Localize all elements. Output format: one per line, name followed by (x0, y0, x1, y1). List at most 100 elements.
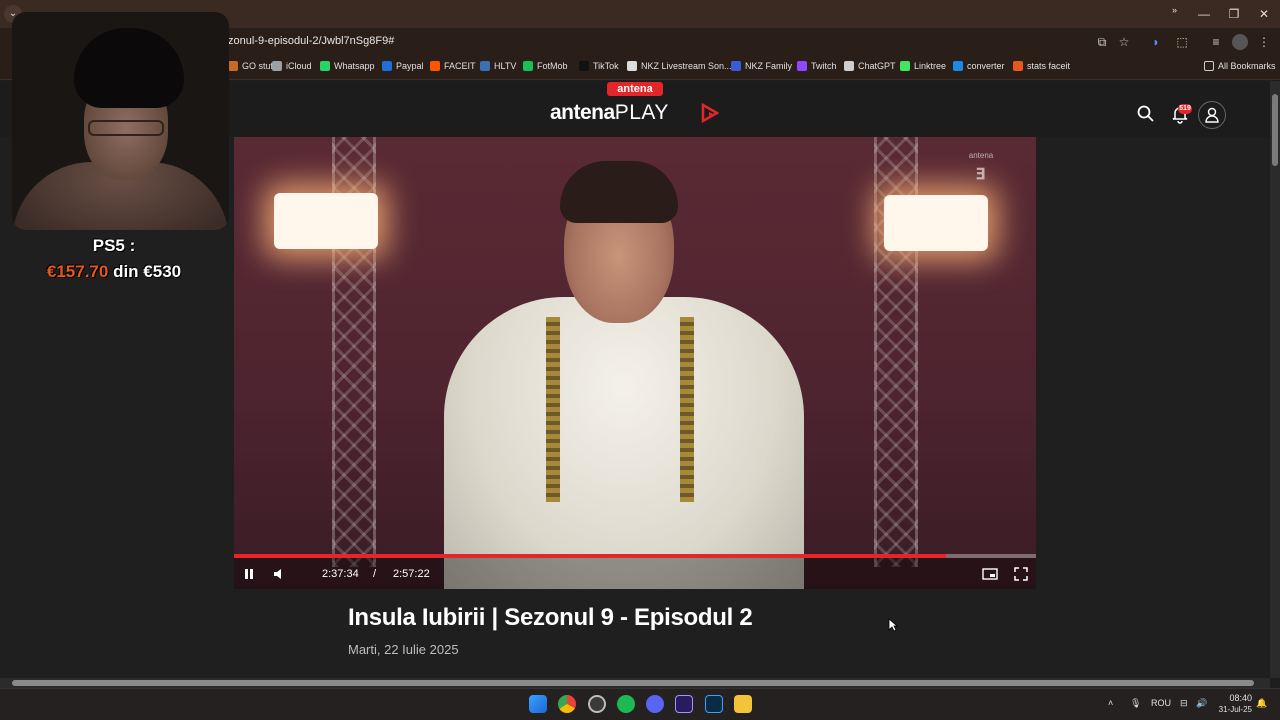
minimize-button[interactable]: — (1196, 6, 1212, 22)
antenaplay-logo[interactable]: antenaPLAY (550, 101, 669, 125)
notification-count-badge: 519 (1178, 104, 1192, 114)
account-button[interactable] (1198, 101, 1226, 129)
host-figure (444, 297, 804, 589)
pause-button[interactable] (242, 566, 256, 582)
user-icon (1205, 107, 1219, 123)
bookmark-label: ChatGPT (858, 61, 896, 71)
discord-taskbar-icon[interactable] (646, 695, 664, 713)
bookmark-favicon-icon (953, 61, 963, 71)
fullscreen-button[interactable] (1013, 566, 1029, 582)
bookmark-favicon-icon (430, 61, 440, 71)
microphone-icon[interactable]: 🎙 (1130, 698, 1141, 709)
bookmark-label: TikTok (593, 61, 619, 71)
ps5-target-amount: €530 (143, 262, 182, 281)
more-bookmarks-button[interactable]: » (1172, 5, 1177, 15)
bookmark-label: stats faceit (1027, 61, 1071, 71)
stage-light-left (274, 193, 378, 249)
antena-badge[interactable]: antena (607, 82, 663, 96)
bookmark-favicon-icon (731, 61, 741, 71)
duration: 2:57:22 (393, 568, 430, 580)
premiere-taskbar-icon[interactable] (675, 695, 693, 713)
tray-overflow-icon[interactable]: ˄ (1108, 698, 1113, 708)
media-controls-icon[interactable]: ≡ (1208, 34, 1224, 50)
bookmark-label: Linktree (914, 61, 947, 71)
bookmark-item[interactable]: Linktree (900, 61, 946, 71)
bookmark-favicon-icon (627, 61, 637, 71)
clock-time[interactable]: 08:40 (1228, 693, 1252, 703)
file-explorer-taskbar-icon[interactable] (734, 695, 752, 713)
bookmark-item[interactable]: converter (953, 61, 1005, 71)
bookmark-label: Paypal (396, 61, 424, 71)
channel-watermark-text: antena (968, 151, 994, 160)
bookmark-item[interactable]: ChatGPT (844, 61, 896, 71)
bookmark-favicon-icon (1013, 61, 1023, 71)
streamer-hair (74, 28, 184, 108)
bookmark-item[interactable]: iCloud (272, 61, 312, 71)
bookmark-star-icon[interactable]: ☆ (1116, 34, 1132, 50)
bookmark-item[interactable]: TikTok (579, 61, 619, 71)
ps5-joiner: din (113, 262, 139, 281)
photoshop-taskbar-icon[interactable] (705, 695, 723, 713)
search-icon[interactable] (1136, 104, 1156, 124)
start-windows-icon[interactable] (529, 695, 547, 713)
bookmark-label: GO stuff (242, 61, 276, 71)
speaker-icon[interactable]: 🔊 (1196, 698, 1207, 709)
menu-kebab-icon[interactable]: ⋮ (1256, 34, 1272, 50)
windows-taskbar (0, 688, 1280, 720)
video-frame[interactable]: antena ⱻ (234, 137, 1036, 589)
extensions-puzzle-icon[interactable]: ⬚ (1174, 34, 1190, 50)
bookmark-favicon-icon (523, 61, 533, 71)
robe-trim-right (680, 317, 694, 502)
video-title: Insula Iubirii | Sezonul 9 - Episodul 2 (348, 604, 753, 631)
bookmark-favicon-icon (320, 61, 330, 71)
fullscreen-icon (1014, 567, 1028, 581)
bookmark-label: FACEIT (444, 61, 476, 71)
bookmark-favicon-icon (844, 61, 854, 71)
bookmark-item[interactable]: Whatsapp (320, 61, 375, 71)
bookmark-favicon-icon (228, 61, 238, 71)
horizontal-scroll-thumb[interactable] (12, 680, 1254, 686)
vertical-scrollbar[interactable] (1270, 81, 1280, 678)
extension-icon[interactable]: ◗ (1148, 34, 1164, 50)
bookmark-favicon-icon (480, 61, 490, 71)
ps5-goal-progress: €157.70 din €530 (12, 262, 216, 282)
network-icon[interactable]: ⊟ (1180, 698, 1188, 709)
bookmark-favicon-icon (272, 61, 282, 71)
current-time: 2:37:34 (322, 568, 359, 580)
install-app-icon[interactable]: ⧉ (1094, 34, 1110, 50)
play-logo-icon (701, 103, 719, 123)
mute-button[interactable] (272, 566, 286, 582)
url-field[interactable]: zonul-9-episodul-2/Jwbl7nSg8F9# (228, 35, 394, 47)
bookmark-item[interactable]: HLTV (480, 61, 516, 71)
maximize-button[interactable]: ❐ (1226, 6, 1242, 22)
app-taskbar-icon[interactable] (588, 695, 606, 713)
language-indicator[interactable]: ROU (1151, 698, 1171, 708)
bookmark-item[interactable]: stats faceit (1013, 61, 1070, 71)
spotify-taskbar-icon[interactable] (617, 695, 635, 713)
all-bookmarks-button[interactable]: All Bookmarks (1204, 61, 1276, 71)
webcam-overlay (12, 12, 229, 230)
clock-date[interactable]: 31-Jul-25 (1214, 705, 1252, 714)
vertical-scroll-thumb[interactable] (1272, 94, 1278, 166)
streamer-glasses (88, 120, 164, 136)
notifications-bell-icon[interactable]: 🔔 (1256, 698, 1267, 709)
bookmark-item[interactable]: Twitch (797, 61, 837, 71)
picture-in-picture-button[interactable] (982, 566, 998, 582)
folder-icon (1204, 61, 1214, 71)
channel-watermark: antena ⱻ (968, 151, 994, 184)
bookmark-label: converter (967, 61, 1005, 71)
close-window-button[interactable]: ✕ (1256, 6, 1272, 22)
pip-icon (982, 568, 998, 580)
mouse-cursor-icon (888, 618, 898, 632)
bookmark-item[interactable]: FotMob (523, 61, 568, 71)
bookmark-item[interactable]: FACEIT (430, 61, 476, 71)
bookmark-item[interactable]: NKZ Livestream Son... (627, 61, 732, 71)
bookmark-item[interactable]: GO stuff (228, 61, 275, 71)
bookmark-label: iCloud (286, 61, 312, 71)
bookmark-favicon-icon (797, 61, 807, 71)
bookmark-item[interactable]: NKZ Family (731, 61, 792, 71)
profile-avatar[interactable] (1232, 34, 1248, 50)
chrome-taskbar-icon[interactable] (558, 695, 576, 713)
player-controls: 2:37:34 / 2:57:22 (234, 558, 1036, 589)
bookmark-item[interactable]: Paypal (382, 61, 424, 71)
